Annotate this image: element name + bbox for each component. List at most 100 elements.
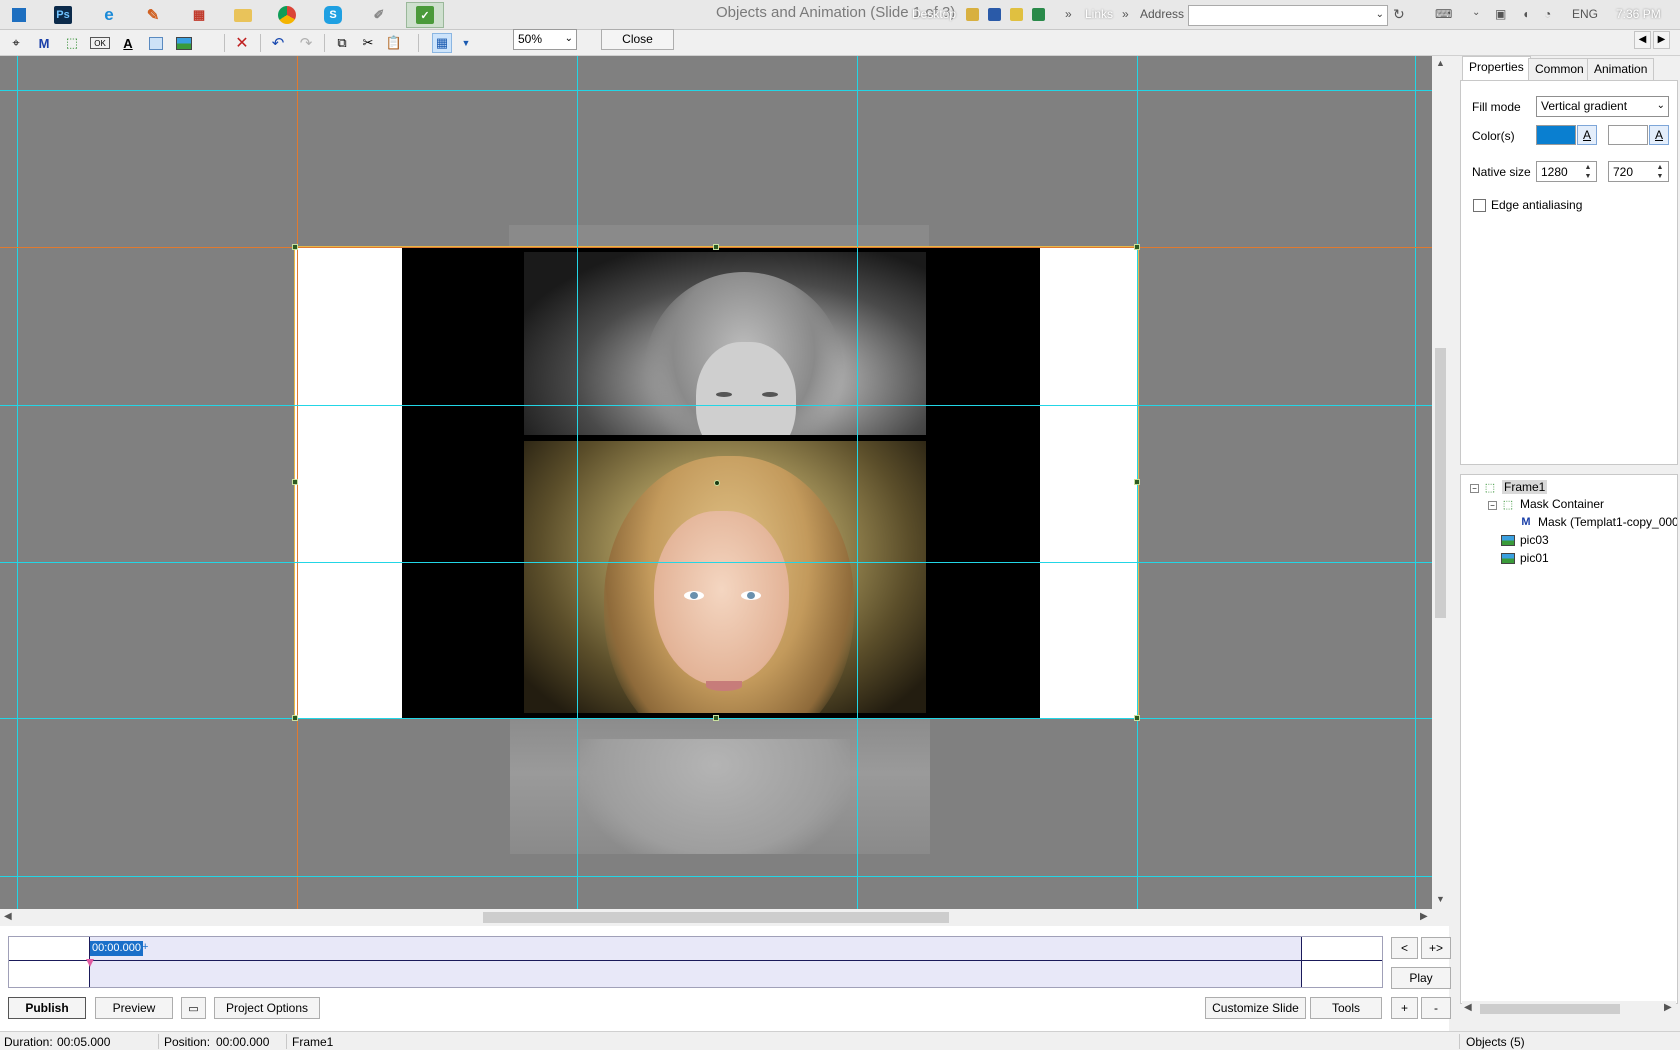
panel-prev-icon[interactable]: ◀ bbox=[1634, 31, 1651, 49]
chevron-right-icon[interactable]: » bbox=[1122, 7, 1129, 21]
canvas-horizontal-scrollbar[interactable]: ◀ ▶ bbox=[0, 909, 1449, 926]
start-button[interactable] bbox=[0, 2, 38, 28]
zoom-select[interactable]: 50% ⌄ bbox=[513, 29, 577, 50]
taskbar-photoshop[interactable]: Ps bbox=[44, 2, 82, 28]
tree-node-pic03[interactable]: pic03 bbox=[1500, 533, 1549, 547]
tab-properties[interactable]: Properties bbox=[1462, 56, 1531, 80]
taskbar-slideshow-app[interactable]: ✓ bbox=[406, 2, 444, 28]
resize-handle[interactable] bbox=[292, 244, 298, 250]
fill-mode-select[interactable]: Vertical gradient ⌄ bbox=[1536, 96, 1669, 117]
center-point-handle[interactable] bbox=[714, 480, 720, 486]
publish-button[interactable]: Publish bbox=[8, 997, 86, 1019]
cut-icon[interactable]: ✂ bbox=[358, 33, 378, 53]
desktop-toolbar-label[interactable]: Desktop bbox=[912, 7, 956, 21]
remove-slide-button[interactable]: - bbox=[1421, 997, 1451, 1019]
timeline-plus[interactable]: + bbox=[142, 941, 148, 953]
grid-toggle-icon[interactable]: ▦ bbox=[432, 33, 452, 53]
tree-node-pic01[interactable]: pic01 bbox=[1500, 551, 1549, 565]
native-width-input[interactable]: 1280 ▲ ▼ bbox=[1536, 161, 1597, 182]
scrollbar-thumb[interactable] bbox=[1480, 1004, 1620, 1014]
taskbar-file-explorer[interactable] bbox=[224, 2, 262, 28]
spinner-arrows-icon[interactable]: ▲ ▼ bbox=[1582, 163, 1594, 181]
timeline-fit-button[interactable]: +> bbox=[1421, 937, 1451, 959]
chevron-down-icon[interactable]: ⌄ bbox=[1376, 9, 1384, 20]
desktop-shortcut-icon[interactable] bbox=[988, 8, 1001, 21]
tree-horizontal-scrollbar[interactable]: ◀ ▶ bbox=[1462, 1001, 1676, 1017]
chevron-down-icon[interactable]: ⌄ bbox=[1472, 7, 1480, 18]
tree-node-mask[interactable]: M Mask (Templat1-copy_000 bbox=[1518, 515, 1677, 529]
pic01-image[interactable] bbox=[524, 441, 926, 713]
scroll-left-icon[interactable]: ◀ bbox=[4, 911, 12, 922]
resize-handle[interactable] bbox=[1134, 479, 1140, 485]
rectangle-tool-icon[interactable] bbox=[146, 33, 166, 53]
customize-slide-button[interactable]: Customize Slide bbox=[1205, 997, 1306, 1019]
desktop-shortcut-icon[interactable] bbox=[966, 8, 979, 21]
timeline[interactable]: 00:00.000 + bbox=[8, 936, 1383, 988]
collapse-icon[interactable]: − bbox=[1470, 484, 1479, 493]
color2-auto-button[interactable]: A bbox=[1649, 125, 1669, 145]
address-input[interactable]: ⌄ bbox=[1188, 5, 1388, 26]
edge-antialiasing-label[interactable]: Edge antialiasing bbox=[1491, 198, 1582, 212]
tree-node-frame1[interactable]: ⬚ Frame1 bbox=[1482, 480, 1548, 494]
undo-icon[interactable]: ↶ bbox=[268, 33, 288, 53]
slide-canvas[interactable] bbox=[0, 56, 1432, 909]
close-button[interactable]: Close bbox=[601, 29, 674, 50]
tab-animation[interactable]: Animation bbox=[1587, 58, 1655, 80]
desktop-shortcut-icon[interactable] bbox=[1032, 8, 1045, 21]
scroll-right-icon[interactable]: ▶ bbox=[1664, 1002, 1672, 1013]
text-tool-icon[interactable]: A bbox=[118, 33, 138, 53]
preview-button[interactable]: Preview bbox=[95, 997, 173, 1019]
collapse-icon[interactable]: − bbox=[1488, 501, 1497, 510]
timeline-current-time[interactable]: 00:00.000 bbox=[90, 941, 143, 956]
button-tool-icon[interactable]: OK bbox=[90, 37, 110, 49]
resize-handle[interactable] bbox=[713, 244, 719, 250]
color2-swatch[interactable] bbox=[1608, 125, 1648, 145]
tools-button[interactable]: Tools bbox=[1310, 997, 1382, 1019]
volume-icon[interactable]: ◖ bbox=[1522, 7, 1529, 21]
links-toolbar-label[interactable]: Links bbox=[1085, 7, 1113, 21]
resize-handle[interactable] bbox=[713, 715, 719, 721]
scroll-left-icon[interactable]: ◀ bbox=[1464, 1002, 1472, 1013]
timeline-prev-button[interactable]: < bbox=[1391, 937, 1418, 959]
frame-tool-icon[interactable]: ⬚ bbox=[62, 33, 82, 53]
taskbar-pen-app[interactable]: ✐ bbox=[360, 2, 398, 28]
resize-handle[interactable] bbox=[1134, 244, 1140, 250]
copy-icon[interactable]: ⧉ bbox=[332, 33, 352, 53]
native-height-input[interactable]: 720 ▲ ▼ bbox=[1608, 161, 1669, 182]
color1-auto-button[interactable]: A bbox=[1577, 125, 1597, 145]
pic03-image[interactable] bbox=[524, 252, 926, 435]
tree-node-mask-container[interactable]: ⬚ Mask Container bbox=[1500, 497, 1604, 511]
scroll-down-icon[interactable]: ▼ bbox=[1436, 894, 1445, 904]
image-tool-icon[interactable] bbox=[174, 33, 194, 53]
taskbar-paint[interactable]: ✎ bbox=[134, 2, 172, 28]
taskbar-internet-explorer[interactable]: e bbox=[90, 2, 128, 28]
color1-swatch[interactable] bbox=[1536, 125, 1576, 145]
paste-icon[interactable]: 📋 bbox=[384, 33, 404, 53]
taskbar-grid-app[interactable]: ▦ bbox=[180, 2, 218, 28]
delete-icon[interactable]: ✕ bbox=[232, 33, 252, 53]
desktop-shortcut-icon[interactable] bbox=[1010, 8, 1023, 21]
mask-m-icon[interactable]: M bbox=[34, 33, 54, 53]
screen-preview-button[interactable]: ▭ bbox=[181, 997, 206, 1019]
add-slide-button[interactable]: + bbox=[1391, 997, 1418, 1019]
language-indicator[interactable]: ENG bbox=[1572, 7, 1598, 21]
project-options-button[interactable]: Project Options bbox=[214, 997, 320, 1019]
scrollbar-thumb[interactable] bbox=[483, 912, 949, 923]
scroll-right-icon[interactable]: ▶ bbox=[1420, 911, 1428, 922]
sync-icon[interactable]: ◔ bbox=[1544, 7, 1551, 21]
edge-antialiasing-checkbox[interactable] bbox=[1473, 199, 1486, 212]
scrollbar-thumb[interactable] bbox=[1435, 348, 1446, 618]
canvas-vertical-scrollbar[interactable]: ▲ ▼ bbox=[1432, 56, 1449, 909]
panel-next-icon[interactable]: ▶ bbox=[1653, 31, 1670, 49]
network-icon[interactable]: ▣ bbox=[1495, 7, 1506, 21]
scroll-up-icon[interactable]: ▲ bbox=[1436, 58, 1445, 68]
play-button[interactable]: Play bbox=[1391, 967, 1451, 989]
camera-tool-icon[interactable]: ⌖ bbox=[6, 33, 26, 53]
chevron-right-icon[interactable]: » bbox=[1065, 7, 1072, 21]
resize-handle[interactable] bbox=[1134, 715, 1140, 721]
resize-handle[interactable] bbox=[292, 715, 298, 721]
resize-handle[interactable] bbox=[292, 479, 298, 485]
redo-icon[interactable]: ↷ bbox=[296, 33, 316, 53]
clock[interactable]: 7:36 PM bbox=[1616, 7, 1661, 21]
spinner-arrows-icon[interactable]: ▲ ▼ bbox=[1654, 163, 1666, 181]
